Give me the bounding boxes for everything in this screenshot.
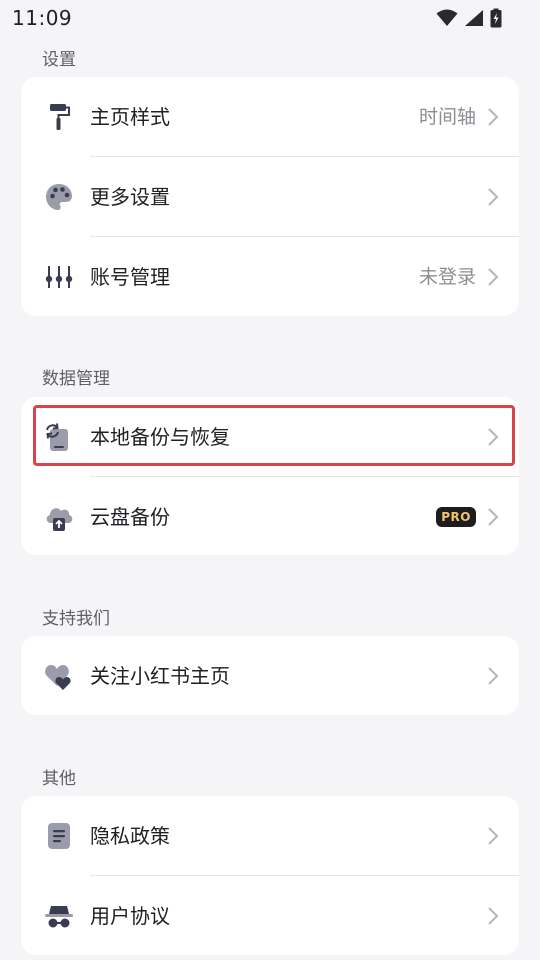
section-title-settings: 设置 bbox=[42, 50, 76, 70]
wifi-icon bbox=[436, 9, 458, 26]
row-account[interactable]: 账号管理 未登录 bbox=[21, 237, 519, 316]
row-label: 主页样式 bbox=[90, 105, 170, 129]
status-time: 11:09 bbox=[12, 6, 73, 30]
palette-icon bbox=[43, 181, 75, 213]
row-cloud-backup[interactable]: 云盘备份 PRO bbox=[21, 477, 519, 555]
row-label: 本地备份与恢复 bbox=[90, 425, 230, 449]
chevron-right-icon bbox=[488, 268, 499, 286]
status-icons bbox=[436, 7, 502, 29]
section-title-other: 其他 bbox=[42, 769, 76, 789]
chevron-right-icon bbox=[488, 428, 499, 446]
support-card: 关注小红书主页 bbox=[21, 636, 519, 715]
row-label: 更多设置 bbox=[90, 185, 170, 209]
chevron-right-icon bbox=[488, 188, 499, 206]
chevron-right-icon bbox=[488, 108, 499, 126]
sliders-icon bbox=[43, 261, 75, 293]
incognito-icon bbox=[43, 900, 75, 932]
row-value: 时间轴 bbox=[418, 106, 476, 128]
row-label: 账号管理 bbox=[90, 265, 170, 289]
row-privacy-policy[interactable]: 隐私政策 bbox=[21, 796, 519, 876]
hearts-icon bbox=[43, 660, 75, 692]
cellular-signal-icon bbox=[465, 10, 483, 26]
row-label: 隐私政策 bbox=[90, 824, 170, 848]
data-card: 本地备份与恢复 云盘备份 PRO bbox=[21, 397, 519, 555]
phone-sync-icon bbox=[43, 421, 75, 453]
chevron-right-icon bbox=[488, 508, 499, 526]
section-title-support: 支持我们 bbox=[42, 609, 110, 629]
chevron-right-icon bbox=[488, 667, 499, 685]
document-icon bbox=[43, 820, 75, 852]
pro-badge: PRO bbox=[436, 507, 476, 527]
row-local-backup[interactable]: 本地备份与恢复 bbox=[21, 397, 519, 477]
chevron-right-icon bbox=[488, 827, 499, 845]
row-label: 关注小红书主页 bbox=[90, 664, 230, 688]
row-label: 云盘备份 bbox=[90, 505, 170, 529]
other-card: 隐私政策 用户协议 bbox=[21, 796, 519, 955]
row-value: 未登录 bbox=[418, 266, 476, 288]
battery-charging-icon bbox=[490, 8, 502, 28]
row-user-agreement[interactable]: 用户协议 bbox=[21, 876, 519, 955]
row-label: 用户协议 bbox=[90, 904, 170, 928]
settings-card: 主页样式 时间轴 更多设置 账号管理 未登录 bbox=[21, 77, 519, 316]
status-bar: 11:09 bbox=[0, 0, 540, 36]
chevron-right-icon bbox=[488, 907, 499, 925]
paint-roller-icon bbox=[43, 101, 75, 133]
row-home-style[interactable]: 主页样式 时间轴 bbox=[21, 77, 519, 157]
cloud-upload-icon bbox=[43, 501, 75, 533]
section-title-data: 数据管理 bbox=[42, 369, 110, 389]
row-more-settings[interactable]: 更多设置 bbox=[21, 157, 519, 237]
row-follow-xiaohongshu[interactable]: 关注小红书主页 bbox=[21, 636, 519, 715]
